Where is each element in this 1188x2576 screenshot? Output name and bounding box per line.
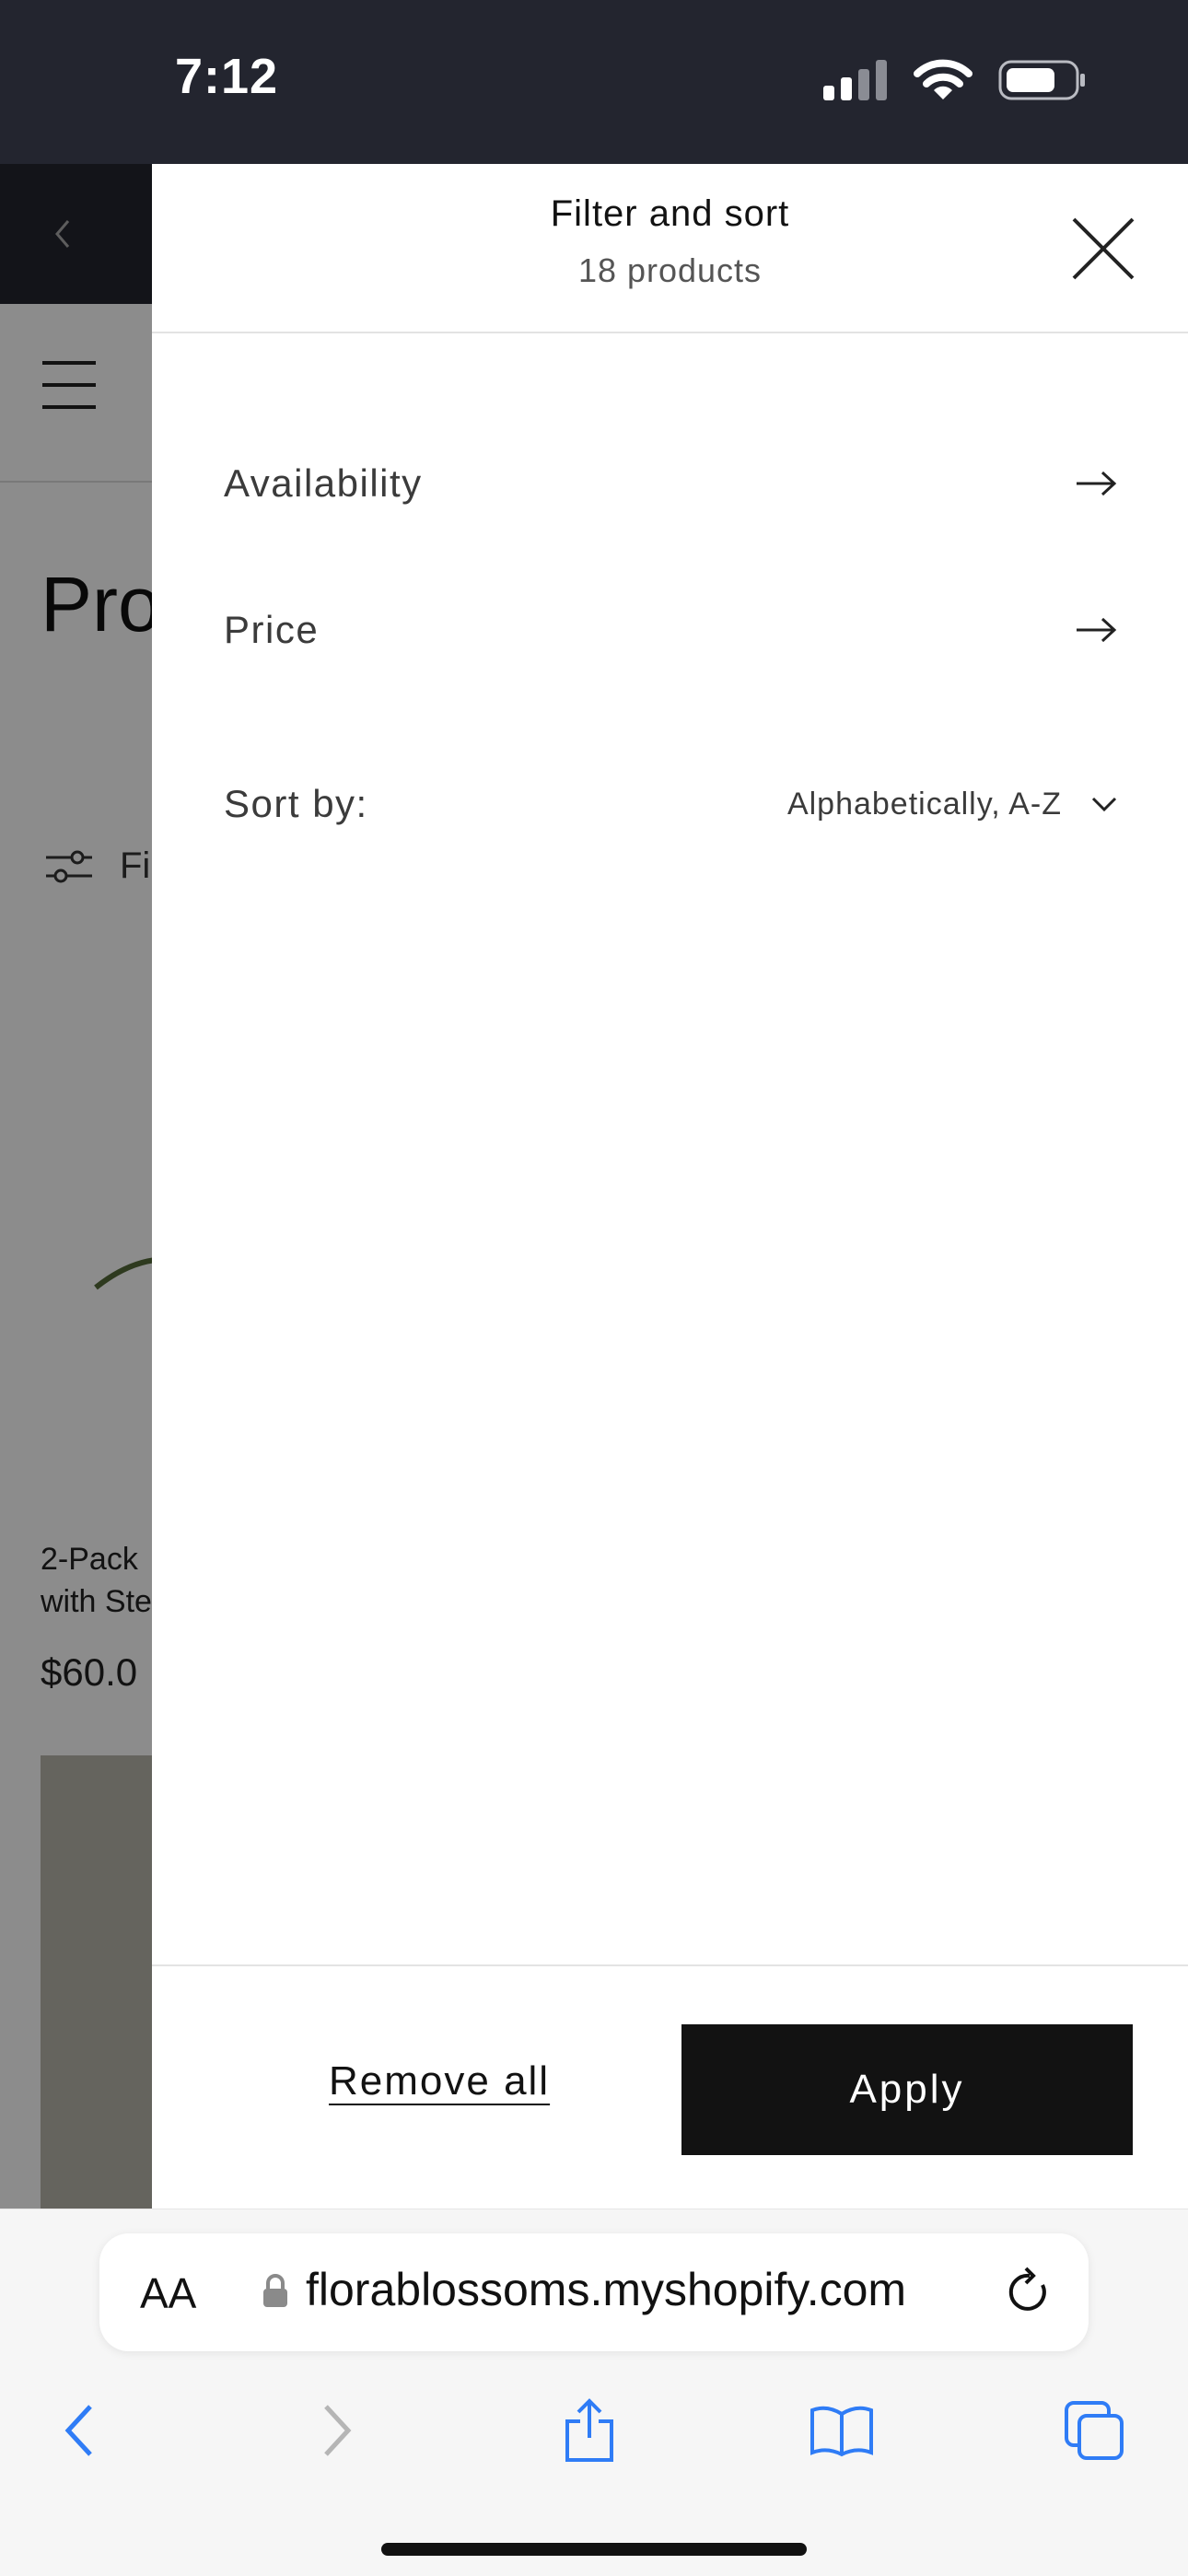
url-text: florablossoms.myshopify.com [306,2264,907,2315]
forward-button[interactable] [291,2384,383,2477]
wifi-icon [914,59,973,99]
reader-settings-button[interactable]: AA [140,2268,196,2318]
share-button[interactable] [543,2384,635,2477]
back-button[interactable] [33,2384,125,2477]
sort-value: Alphabetically, A-Z [786,786,1062,822]
signal-icon [823,60,887,100]
lock-icon [263,2274,287,2307]
chevron-left-icon [64,2405,92,2456]
sort-select[interactable]: Alphabetically, A-Z [787,787,1117,822]
arrow-right-icon [1077,617,1117,643]
share-icon [565,2398,613,2462]
apply-button[interactable]: Apply [681,2024,1133,2155]
tabs-icon [1065,2401,1124,2460]
home-indicator [381,2543,807,2556]
filter-price-label: Price [224,608,320,651]
browser-toolbar [0,2384,1188,2477]
remove-all-link[interactable]: Remove all [329,2058,550,2104]
tabs-button[interactable] [1048,2384,1140,2477]
drawer-header: Filter and sort 18 products [152,164,1188,333]
filter-price[interactable]: Price [224,589,1117,671]
chevron-right-icon [324,2405,352,2456]
status-time: 7:12 [175,49,279,104]
book-icon [810,2406,873,2457]
arrow-right-icon [1077,471,1117,496]
drawer-footer: Remove all Apply [152,1964,1188,2210]
status-bar: 7:12 [0,0,1188,164]
sort-row: Sort by: Alphabetically, A-Z [224,763,1117,845]
chevron-down-icon [1091,797,1117,812]
address-bar[interactable]: AA florablossoms.myshopify.com [99,2233,1089,2351]
browser-bar: AA florablossoms.myshopify.com [0,2209,1188,2576]
drawer-title: Filter and sort [550,193,790,234]
sort-label: Sort by: [224,782,368,825]
filter-drawer: Filter and sort 18 products Availability… [152,164,1188,2209]
filter-availability[interactable]: Availability [224,442,1117,525]
product-count: 18 products [577,251,763,289]
bookmarks-button[interactable] [796,2384,888,2477]
status-icons [823,57,1087,103]
battery-icon [998,60,1085,100]
filter-availability-label: Availability [224,461,423,505]
reload-icon[interactable] [1004,2267,1054,2318]
close-icon[interactable] [1065,210,1142,287]
